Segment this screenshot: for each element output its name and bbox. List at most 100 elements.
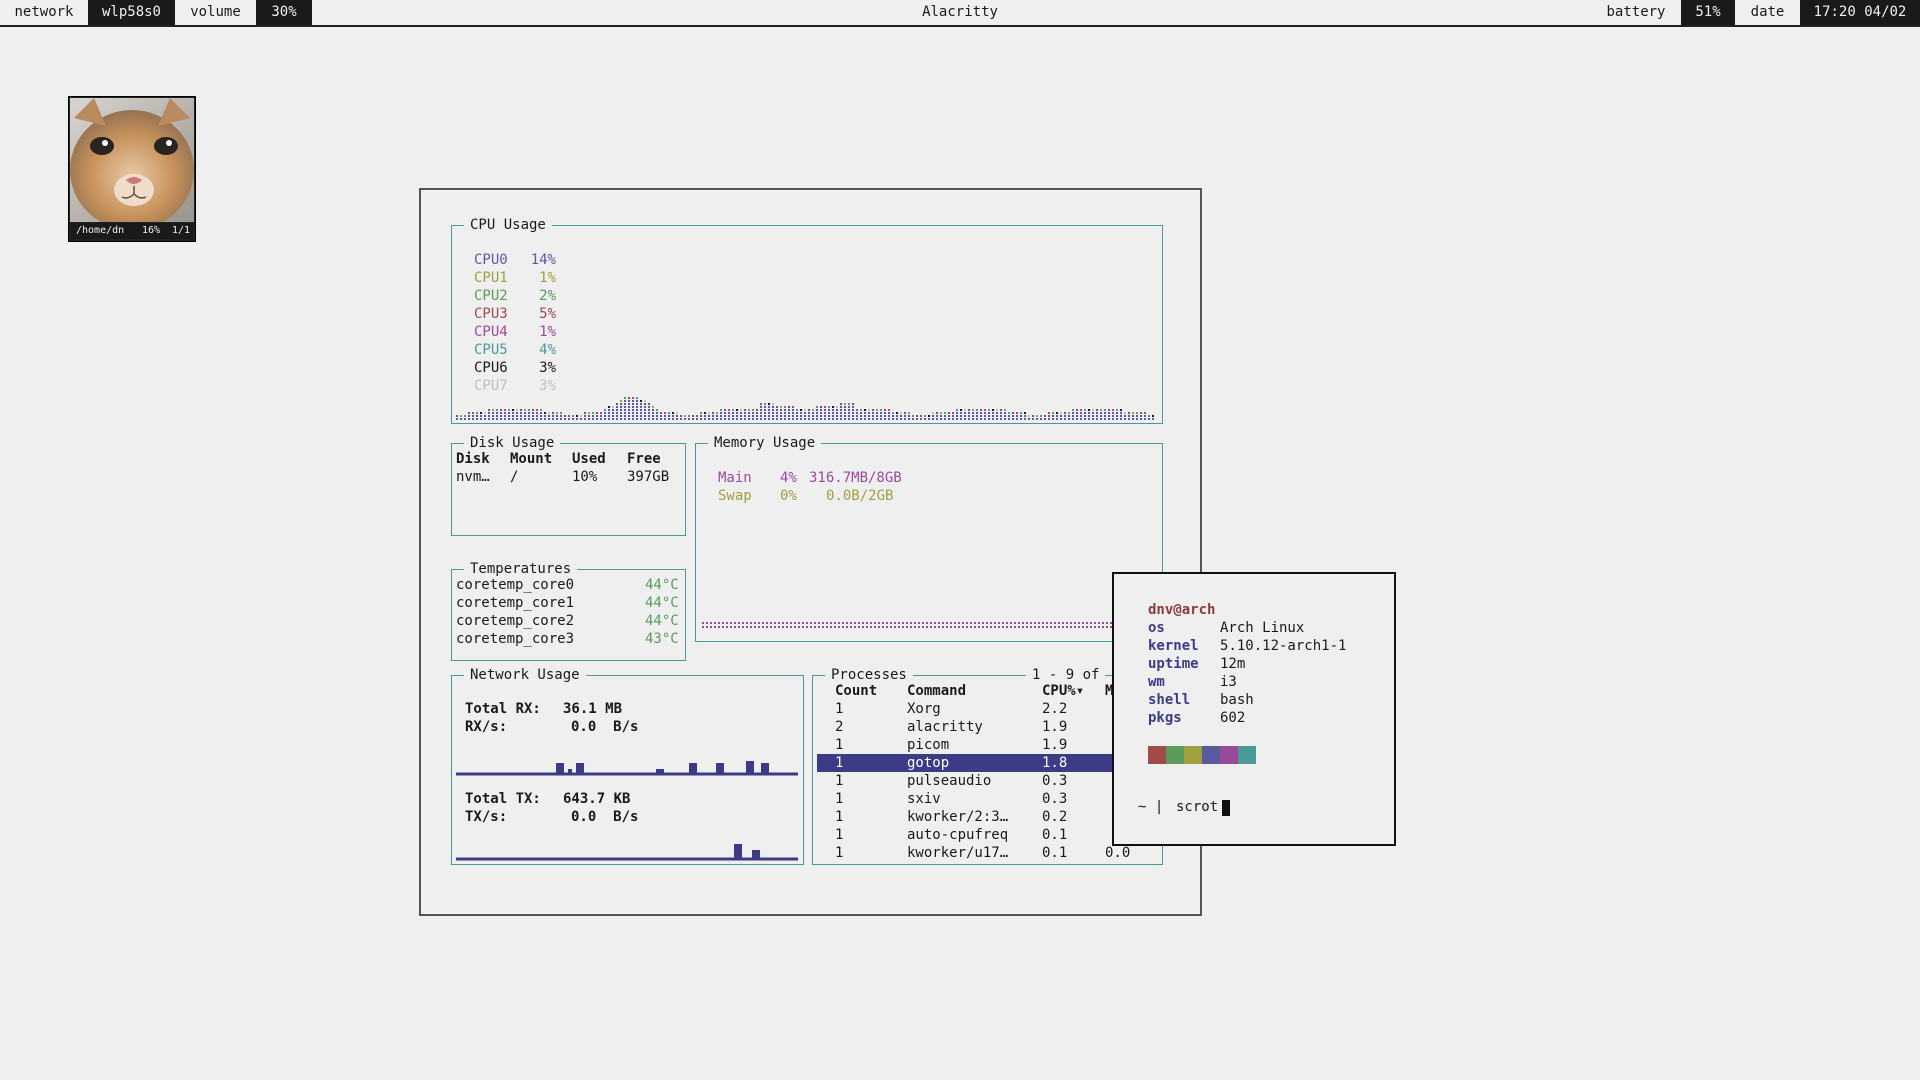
cpu-graph-dot	[500, 418, 502, 420]
cpu-graph-dot	[864, 409, 866, 411]
cpu-graph-dot	[732, 412, 734, 414]
cpu-graph-dot	[492, 415, 494, 417]
cpu-graph-dot	[488, 418, 490, 420]
cpu-graph-dot	[472, 418, 474, 420]
cpu-core-name: CPU1	[474, 270, 508, 286]
cpu-graph-dot	[504, 409, 506, 411]
network-label: network	[14, 4, 74, 20]
cpu-graph-dot	[496, 415, 498, 417]
cpu-graph-dot	[644, 403, 646, 405]
process-list[interactable]: 1 Xorg 2.2 2 alacritty 1.9 1 picom 1.9 1 gotop 1.8 1…	[813, 700, 1162, 862]
memory-main-label: Main	[718, 470, 752, 486]
cpu-graph-dot	[1004, 415, 1006, 417]
cpu-graph-dot	[768, 412, 770, 414]
cpu-graph-dot	[1136, 412, 1138, 414]
cpu-graph-dot	[796, 415, 798, 417]
cpu-graph-dot	[1072, 409, 1074, 411]
cpu-graph-dot	[784, 415, 786, 417]
shell-command[interactable]: scrot	[1176, 798, 1218, 816]
cpu-graph-dot	[612, 418, 614, 420]
image-viewer-window[interactable]: /home/dn 16% 1/1	[68, 96, 196, 242]
cpu-graph-dot	[820, 406, 822, 408]
cpu-graph-dot	[636, 397, 638, 399]
cpu-graph-dot	[664, 418, 666, 420]
cpu-graph-dot	[740, 409, 742, 411]
disk-panel: Disk Usage Disk Mount Used Free nvm… / 1…	[451, 434, 686, 536]
cpu-graph-dot	[600, 418, 602, 420]
cpu-graph-dot	[1080, 409, 1082, 411]
cpu-graph-dot	[552, 415, 554, 417]
table-row[interactable]: 1 kworker/u17… 0.1 0.0	[817, 844, 1158, 862]
cpu-graph-dot	[608, 415, 610, 417]
cpu-graph-dot	[560, 412, 562, 414]
table-row-selected[interactable]: 1 gotop 1.8	[817, 754, 1158, 772]
cpu-graph-dot	[980, 418, 982, 420]
cpu-graph-dot	[1012, 412, 1014, 414]
table-row[interactable]: 1 sxiv 0.3	[817, 790, 1158, 808]
cpu-graph-dot	[740, 412, 742, 414]
cpu-panel-title: CPU Usage	[464, 216, 552, 234]
process-count: 1	[835, 737, 844, 753]
memory-swap-value: 0.0B/2GB	[826, 488, 894, 504]
window-title: Alacritty	[922, 4, 998, 20]
cpu-graph-dot	[836, 412, 838, 414]
table-row[interactable]: 1 Xorg 2.2	[817, 700, 1158, 718]
cpu-graph-dot	[540, 412, 542, 414]
cpu-graph-dot	[756, 415, 758, 417]
cpu-graph-dot	[648, 403, 650, 405]
memory-swap-pct: 0%	[780, 488, 797, 504]
table-row[interactable]: 1 kworker/2:3… 0.2	[817, 808, 1158, 826]
user-host: dnv@arch	[1148, 602, 1216, 618]
cpu-graph-dot	[840, 403, 842, 405]
cpu-graph-dot	[1048, 418, 1050, 420]
cpu-graph-dot	[632, 409, 634, 411]
cpu-graph-dot	[612, 415, 614, 417]
info-key: uptime	[1148, 656, 1199, 672]
info-key: kernel	[1148, 638, 1199, 654]
process-count: 1	[835, 701, 844, 717]
cpu-graph-dot	[480, 415, 482, 417]
cpu-graph-dot	[880, 415, 882, 417]
cpu-graph-dot	[984, 409, 986, 411]
cpu-graph-dot	[736, 412, 738, 414]
cpu-graph-dot	[808, 418, 810, 420]
cpu-graph-dot	[564, 415, 566, 417]
cpu-graph-dot	[844, 412, 846, 414]
cpu-graph-dot	[512, 409, 514, 411]
table-row[interactable]: 1 auto-cpufreq 0.1	[817, 826, 1158, 844]
cpu-graph-dot	[572, 415, 574, 417]
cpu-graph-dot	[616, 406, 618, 408]
temp-name: coretemp_core1	[456, 595, 575, 611]
table-row[interactable]: 1 picom 1.9	[817, 736, 1158, 754]
cpu-graph	[456, 397, 1154, 420]
cpu-graph-dot	[508, 418, 510, 420]
cpu-graph-dot	[788, 412, 790, 414]
cpu-graph-dot	[512, 418, 514, 420]
cpu-graph-dot	[536, 415, 538, 417]
cpu-graph-dot	[888, 412, 890, 414]
disk-header-mount: Mount	[510, 451, 553, 467]
cpu-graph-dot	[624, 418, 626, 420]
table-row[interactable]: 2 alacritty 1.9	[817, 718, 1158, 736]
cpu-graph-dot	[924, 418, 926, 420]
cpu-graph-dot	[1084, 412, 1086, 414]
cpu-graph-dot	[1096, 418, 1098, 420]
cpu-graph-dot	[760, 418, 762, 420]
table-row[interactable]: 1 pulseaudio 0.3	[817, 772, 1158, 790]
date-value: 17:20 04/02	[1800, 0, 1920, 25]
network-panel: Network Usage Total RX: 36.1 MB RX/s: 0.…	[451, 666, 804, 865]
cpu-graph-dot	[940, 415, 942, 417]
neofetch-terminal-window[interactable]: dnv@arch os Arch Linux kernel 5.10.12-arch1…	[1112, 572, 1396, 846]
cpu-graph-dot	[1076, 418, 1078, 420]
cpu-graph-dot	[872, 412, 874, 414]
cpu-graph-dot	[1064, 418, 1066, 420]
terminal-window[interactable]: CPU Usage CPU0 14% CPU1 1% CPU2 2% CPU3 5% CPU4 1…	[419, 188, 1202, 916]
info-value: i3	[1220, 674, 1237, 690]
info-key: os	[1148, 620, 1165, 636]
cpu-graph-dot	[720, 415, 722, 417]
cpu-graph-dot	[636, 415, 638, 417]
cpu-graph-dot	[832, 409, 834, 411]
cpu-graph-dot	[996, 415, 998, 417]
cpu-graph-dot	[844, 415, 846, 417]
cpu-graph-dot	[636, 409, 638, 411]
